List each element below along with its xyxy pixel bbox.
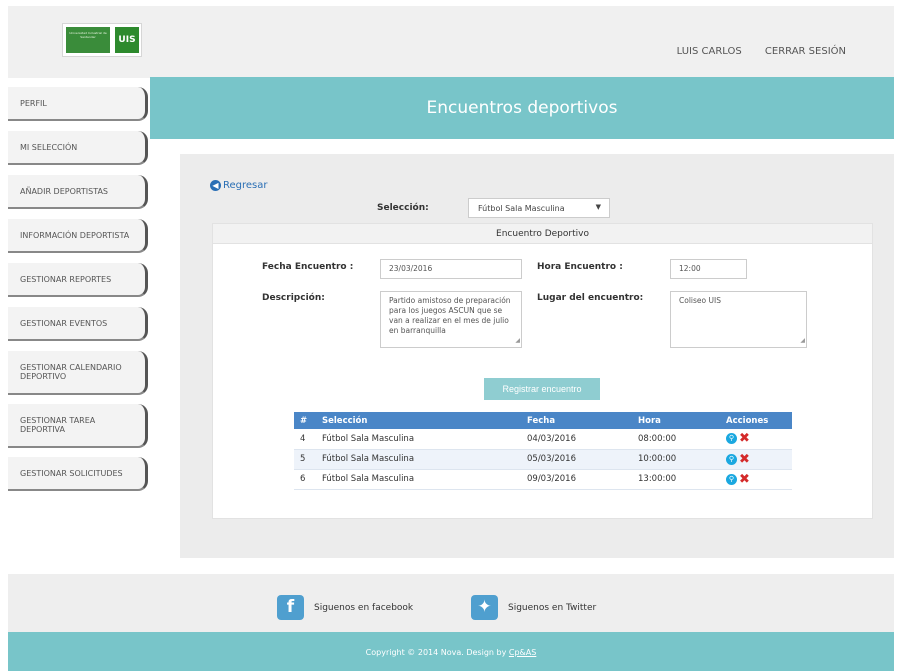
sidebar-item-gestionar-reportes[interactable]: GESTIONAR REPORTES — [8, 263, 148, 297]
cell-actions: ⚲ ✖ — [720, 469, 792, 490]
footer-social-band — [8, 574, 894, 632]
cell-date: 09/03/2016 — [521, 469, 632, 490]
title-banner: Encuentros deportivos — [150, 77, 894, 139]
university-logo[interactable]: Universidad Industrial de Santander UIS — [62, 23, 142, 57]
card-title: Encuentro Deportivo — [213, 224, 872, 244]
user-name-link[interactable]: LUIS CARLOS — [677, 46, 742, 57]
table-header-row: # Selección Fecha Hora Acciones — [294, 412, 792, 429]
twitter-icon: ✦ — [471, 595, 498, 620]
logo-mark: UIS — [115, 27, 139, 53]
copyright-text: Copyright © 2014 Nova. Design by — [365, 648, 509, 657]
col-header-time: Hora — [632, 412, 720, 429]
cell-num: 5 — [294, 449, 316, 470]
twitter-link[interactable]: ✦ Siguenos en Twitter — [471, 595, 596, 620]
date-field[interactable]: 23/03/2016 — [380, 259, 522, 279]
twitter-label: Siguenos en Twitter — [508, 602, 597, 613]
col-header-num: # — [294, 412, 316, 429]
back-link[interactable]: ◀ Regresar — [210, 180, 268, 191]
description-label: Descripción: — [262, 293, 325, 303]
page-title: Encuentros deportivos — [426, 98, 618, 118]
time-label: Hora Encuentro : — [537, 262, 623, 272]
description-text: Partido amistoso de preparación para los… — [389, 296, 511, 335]
sidebar-item-gestionar-tarea[interactable]: GESTIONAR TAREA DEPORTIVA — [8, 404, 148, 448]
header: Universidad Industrial de Santander UIS … — [8, 6, 894, 78]
sidebar-item-label: GESTIONAR TAREA DEPORTIVA — [20, 416, 96, 434]
selection-label: Selección: — [377, 203, 429, 213]
cell-date: 05/03/2016 — [521, 449, 632, 470]
col-header-actions: Acciones — [720, 412, 792, 429]
description-textarea[interactable]: Partido amistoso de preparación para los… — [380, 291, 522, 348]
matches-table: # Selección Fecha Hora Acciones 4 Fútbol… — [294, 412, 792, 490]
sidebar-item-label: INFORMACIÓN DEPORTISTA — [20, 230, 130, 240]
cell-selection: Fútbol Sala Masculina — [316, 429, 521, 450]
cell-num: 6 — [294, 469, 316, 490]
sidebar-item-label: GESTIONAR CALENDARIO DEPORTIVO — [20, 363, 122, 381]
zoom-icon[interactable]: ⚲ — [726, 453, 737, 465]
sidebar-item-gestionar-solicitudes[interactable]: GESTIONAR SOLICITUDES — [8, 457, 148, 491]
delete-icon[interactable]: ✖ — [739, 472, 750, 487]
facebook-label: Siguenos en facebook — [314, 602, 414, 613]
cell-actions: ⚲ ✖ — [720, 449, 792, 470]
sidebar-item-gestionar-calendario[interactable]: GESTIONAR CALENDARIO DEPORTIVO — [8, 351, 148, 395]
delete-icon[interactable]: ✖ — [739, 431, 750, 446]
cell-actions: ⚲ ✖ — [720, 429, 792, 450]
back-arrow-icon: ◀ — [210, 180, 221, 191]
sidebar-item-label: PERFIL — [20, 98, 47, 108]
sidebar-item-label: GESTIONAR EVENTOS — [20, 318, 108, 328]
place-text: Coliseo UIS — [679, 296, 721, 305]
place-label: Lugar del encuentro: — [537, 293, 644, 303]
cell-selection: Fútbol Sala Masculina — [316, 449, 521, 470]
logout-link[interactable]: CERRAR SESIÓN — [765, 46, 846, 57]
facebook-link[interactable]: f Siguenos en facebook — [277, 595, 413, 620]
selection-dropdown[interactable]: Fútbol Sala Masculina ▼ — [468, 198, 610, 218]
delete-icon[interactable]: ✖ — [739, 452, 750, 467]
sidebar-item-label: GESTIONAR SOLICITUDES — [20, 468, 123, 478]
table-row: 4 Fútbol Sala Masculina 04/03/2016 08:00… — [294, 429, 792, 450]
col-header-selection: Selección — [316, 412, 521, 429]
sidebar-item-mi-seleccion[interactable]: MI SELECCIÓN — [8, 131, 148, 165]
date-label: Fecha Encuentro : — [262, 262, 354, 272]
logo-text: Universidad Industrial de Santander — [66, 27, 110, 53]
sidebar-item-perfil[interactable]: PERFIL — [8, 87, 148, 121]
register-match-button[interactable]: Registrar encuentro — [484, 378, 600, 400]
cell-time: 13:00:00 — [632, 469, 720, 490]
cell-num: 4 — [294, 429, 316, 450]
facebook-icon: f — [277, 595, 304, 620]
selection-value: Fútbol Sala Masculina — [478, 204, 565, 213]
sidebar-item-anadir-deportistas[interactable]: AÑADIR DEPORTISTAS — [8, 175, 148, 209]
copyright-bar: Copyright © 2014 Nova. Design by Cp&AS — [8, 632, 894, 671]
cell-time: 08:00:00 — [632, 429, 720, 450]
resize-handle-icon[interactable]: ◢ — [515, 336, 520, 346]
col-header-date: Fecha — [521, 412, 632, 429]
top-nav: LUIS CARLOS CERRAR SESIÓN — [657, 46, 846, 57]
cell-selection: Fútbol Sala Masculina — [316, 469, 521, 490]
resize-handle-icon[interactable]: ◢ — [800, 336, 805, 346]
sidebar-item-label: GESTIONAR REPORTES — [20, 274, 112, 284]
designer-link[interactable]: Cp&AS — [509, 648, 536, 657]
chevron-down-icon: ▼ — [595, 203, 601, 211]
zoom-icon[interactable]: ⚲ — [726, 433, 737, 445]
cell-time: 10:00:00 — [632, 449, 720, 470]
zoom-icon[interactable]: ⚲ — [726, 473, 737, 485]
time-field[interactable]: 12:00 — [670, 259, 747, 279]
sidebar-item-label: MI SELECCIÓN — [20, 142, 78, 152]
sidebar-item-informacion-deportista[interactable]: INFORMACIÓN DEPORTISTA — [8, 219, 148, 253]
cell-date: 04/03/2016 — [521, 429, 632, 450]
sidebar-item-label: AÑADIR DEPORTISTAS — [20, 186, 109, 196]
sidebar-item-gestionar-eventos[interactable]: GESTIONAR EVENTOS — [8, 307, 148, 341]
back-label: Regresar — [223, 180, 268, 191]
table-row: 6 Fútbol Sala Masculina 09/03/2016 13:00… — [294, 469, 792, 490]
place-textarea[interactable]: Coliseo UIS ◢ — [670, 291, 807, 348]
table-row: 5 Fútbol Sala Masculina 05/03/2016 10:00… — [294, 449, 792, 470]
